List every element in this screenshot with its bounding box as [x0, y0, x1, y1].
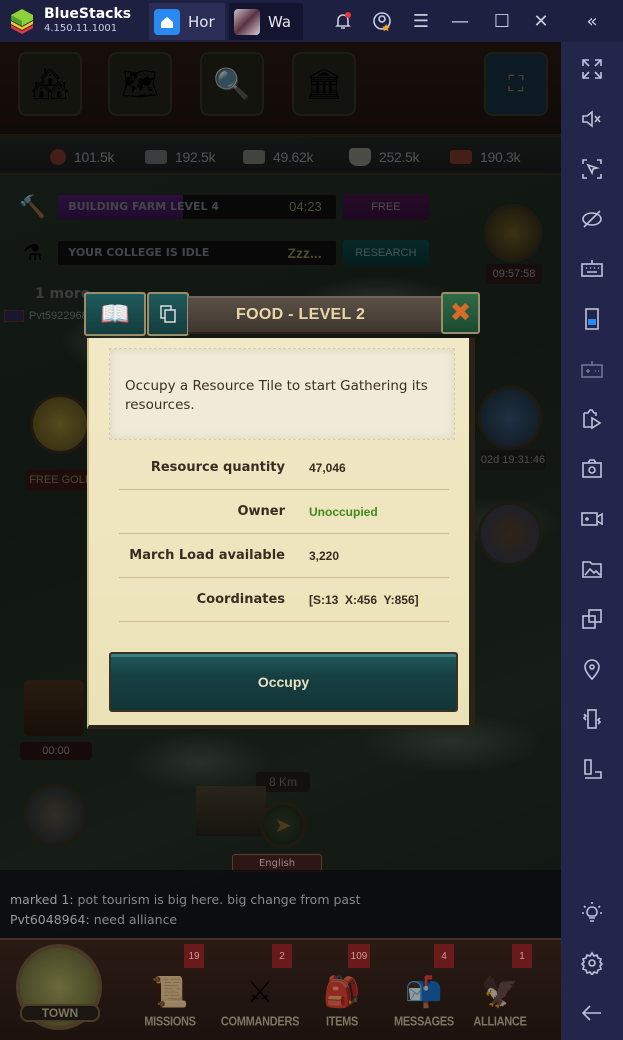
hide-icon[interactable] — [579, 206, 605, 232]
info-row-march-load: March Load available 3,220 — [119, 534, 449, 578]
media-import-icon[interactable] — [579, 406, 605, 432]
mailbox-icon: 📬 — [405, 975, 443, 1010]
sabre-flag-icon: ⚔ — [246, 975, 274, 1010]
nav-alliance[interactable]: 1 🦅 ALLIANCE — [468, 944, 532, 1040]
rotate-icon[interactable] — [579, 756, 605, 782]
phone-icon[interactable] — [579, 306, 605, 332]
quill-icon: 📜 — [151, 975, 189, 1010]
mute-icon[interactable] — [579, 106, 605, 132]
nav-missions[interactable]: 19 📜 MISSIONS — [138, 944, 204, 1040]
close-icon[interactable]: ✕ — [528, 8, 554, 34]
chat-sender: Pvt6048964: — [10, 912, 90, 927]
info-book-tab[interactable]: 📖 — [84, 292, 146, 336]
bottom-nav: TOWN 19 📜 MISSIONS 2 ⚔ COMMANDERS 109 🎒 … — [0, 938, 561, 1040]
nav-alliance-label: ALLIANCE — [473, 1014, 527, 1030]
alliance-badge: 1 — [512, 944, 532, 968]
missions-badge: 19 — [184, 944, 204, 968]
app-name: BlueStacks — [44, 6, 132, 22]
settings-icon[interactable] — [579, 950, 605, 976]
eagle-crest-icon: 🦅 — [481, 975, 519, 1010]
chat-message: marked 1: pot tourism is big here. big c… — [10, 892, 360, 907]
collapse-sidebar-icon[interactable]: « — [579, 8, 605, 34]
maximize-icon[interactable]: ☐ — [489, 8, 515, 34]
chat-panel[interactable]: marked 1: pot tourism is big here. big c… — [0, 870, 561, 938]
gamepad-icon[interactable] — [579, 356, 605, 382]
keyboard-icon[interactable] — [579, 256, 605, 282]
bluestacks-window: BlueStacks 4.150.11.1001 Hor Wa ☰ — ☐ ✕ … — [0, 0, 623, 1040]
bluestacks-logo-icon — [11, 9, 33, 34]
messages-badge: 4 — [434, 944, 454, 968]
pointer-lock-icon[interactable] — [579, 156, 605, 182]
commanders-badge: 2 — [272, 944, 292, 968]
fullscreen-icon[interactable] — [579, 56, 605, 82]
tab-home-label: Hor — [188, 12, 215, 31]
dialog-title: FOOD - LEVEL 2 — [188, 296, 442, 334]
info-key: March Load available — [129, 548, 285, 563]
info-row-resource-quantity: Resource quantity 47,046 — [119, 446, 449, 490]
town-label[interactable]: TOWN — [20, 1004, 100, 1022]
copy-icon — [160, 305, 176, 323]
screenshot-icon[interactable] — [579, 456, 605, 482]
book-icon: 📖 — [100, 300, 130, 328]
satchel-icon: 🎒 — [323, 975, 361, 1010]
multi-instance-icon[interactable] — [579, 606, 605, 632]
minimize-icon[interactable]: — — [447, 8, 473, 34]
chat-sender: marked 1: — [10, 892, 74, 907]
nav-items-label: ITEMS — [325, 1014, 359, 1030]
chat-text: need alliance — [89, 912, 178, 927]
app-version: 4.150.11.1001 — [44, 23, 118, 34]
occupy-button[interactable]: Occupy — [109, 652, 458, 712]
menu-icon[interactable]: ☰ — [408, 8, 434, 34]
info-row-coordinates: Coordinates [S:13 X:456 Y:856] — [119, 578, 449, 622]
info-key: Owner — [237, 504, 285, 519]
home-icon — [154, 8, 180, 35]
nav-commanders[interactable]: 2 ⚔ COMMANDERS — [218, 944, 302, 1040]
info-value: Unoccupied — [309, 505, 378, 519]
chat-message: Pvt6048964: need alliance — [10, 912, 177, 927]
info-value[interactable]: [S:13 X:456 Y:856] — [309, 593, 419, 607]
tab-game[interactable]: Wa — [229, 3, 303, 40]
description-note: Occupy a Resource Tile to start Gatherin… — [109, 348, 455, 440]
info-key: Coordinates — [196, 592, 285, 607]
gallery-icon[interactable] — [579, 556, 605, 582]
info-key: Resource quantity — [150, 460, 285, 475]
nav-messages-label: MESSAGES — [394, 1014, 454, 1030]
nav-messages[interactable]: 4 📬 MESSAGES — [390, 944, 458, 1040]
nav-commanders-label: COMMANDERS — [220, 1014, 300, 1030]
info-value: 47,046 — [309, 461, 346, 475]
tab-home[interactable]: Hor — [149, 3, 225, 40]
resource-tile-dialog: 📖 FOOD - LEVEL 2 ✖ Occupy a Resource Til… — [84, 292, 480, 729]
nav-missions-label: MISSIONS — [144, 1014, 196, 1030]
dialog-header: 📖 FOOD - LEVEL 2 ✖ — [84, 292, 480, 338]
copy-coordinates-tab[interactable] — [147, 292, 189, 336]
tips-icon[interactable] — [579, 900, 605, 926]
description-text: Occupy a Resource Tile to start Gatherin… — [125, 378, 428, 413]
back-icon[interactable] — [579, 1000, 605, 1026]
game-viewport[interactable]: 🏘 🗺 🔍 🏛 ⛶ 101.5k 192.5k 49.62k 252.5k 19… — [0, 42, 561, 1040]
bluestacks-sidebar — [561, 42, 623, 1040]
shake-icon[interactable] — [579, 706, 605, 732]
record-icon[interactable] — [579, 506, 605, 532]
items-badge: 109 — [348, 944, 370, 968]
close-x-icon: ✖ — [449, 298, 472, 328]
tab-game-label: Wa — [268, 12, 292, 31]
location-icon[interactable] — [579, 656, 605, 682]
info-row-owner: Owner Unoccupied — [119, 490, 449, 534]
nav-items[interactable]: 109 🎒 ITEMS — [312, 944, 372, 1040]
notification-bell-icon[interactable] — [330, 8, 356, 34]
dialog-body: Occupy a Resource Tile to start Gatherin… — [87, 338, 475, 729]
game-icon — [234, 8, 260, 35]
title-bar: BlueStacks 4.150.11.1001 Hor Wa ☰ — ☐ ✕ … — [0, 0, 623, 42]
account-icon[interactable] — [369, 8, 395, 34]
info-value: 3,220 — [309, 549, 340, 563]
chat-text: pot tourism is big here. big change from… — [73, 892, 361, 907]
dialog-close-button[interactable]: ✖ — [441, 292, 480, 334]
